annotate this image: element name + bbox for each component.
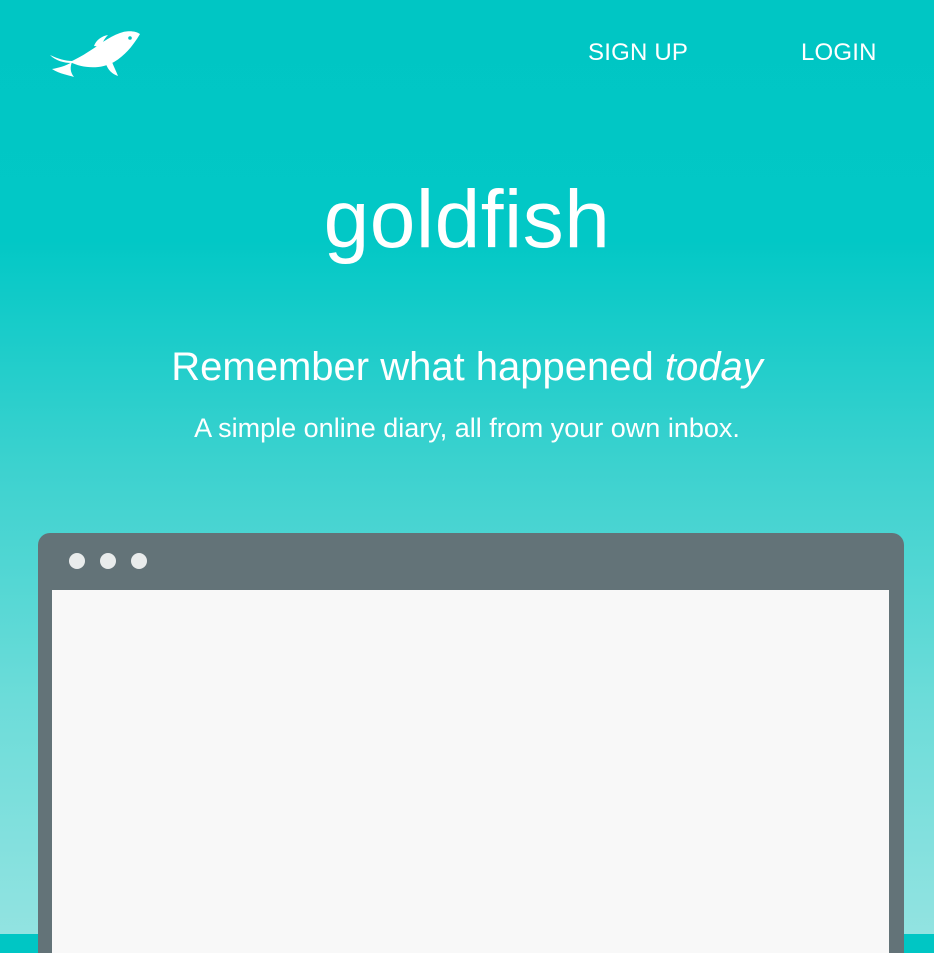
browser-mockup [38, 533, 904, 953]
tagline-emphasis: today [664, 345, 763, 389]
login-link[interactable]: LOGIN [801, 38, 877, 68]
signup-link[interactable]: SIGN UP [588, 38, 688, 68]
browser-viewport [52, 590, 889, 953]
window-dot-icon [100, 553, 116, 569]
tagline-main: Remember what happened [171, 345, 665, 389]
tagline: Remember what happened today [0, 342, 934, 392]
subtagline: A simple online diary, all from your own… [194, 413, 740, 443]
goldfish-logo-icon[interactable] [48, 28, 144, 84]
hero-title: goldfish [323, 174, 611, 265]
window-dot-icon [69, 553, 85, 569]
fish-icon [50, 31, 140, 77]
window-dot-icon [131, 553, 147, 569]
top-nav: SIGN UP LOGIN [0, 0, 934, 110]
